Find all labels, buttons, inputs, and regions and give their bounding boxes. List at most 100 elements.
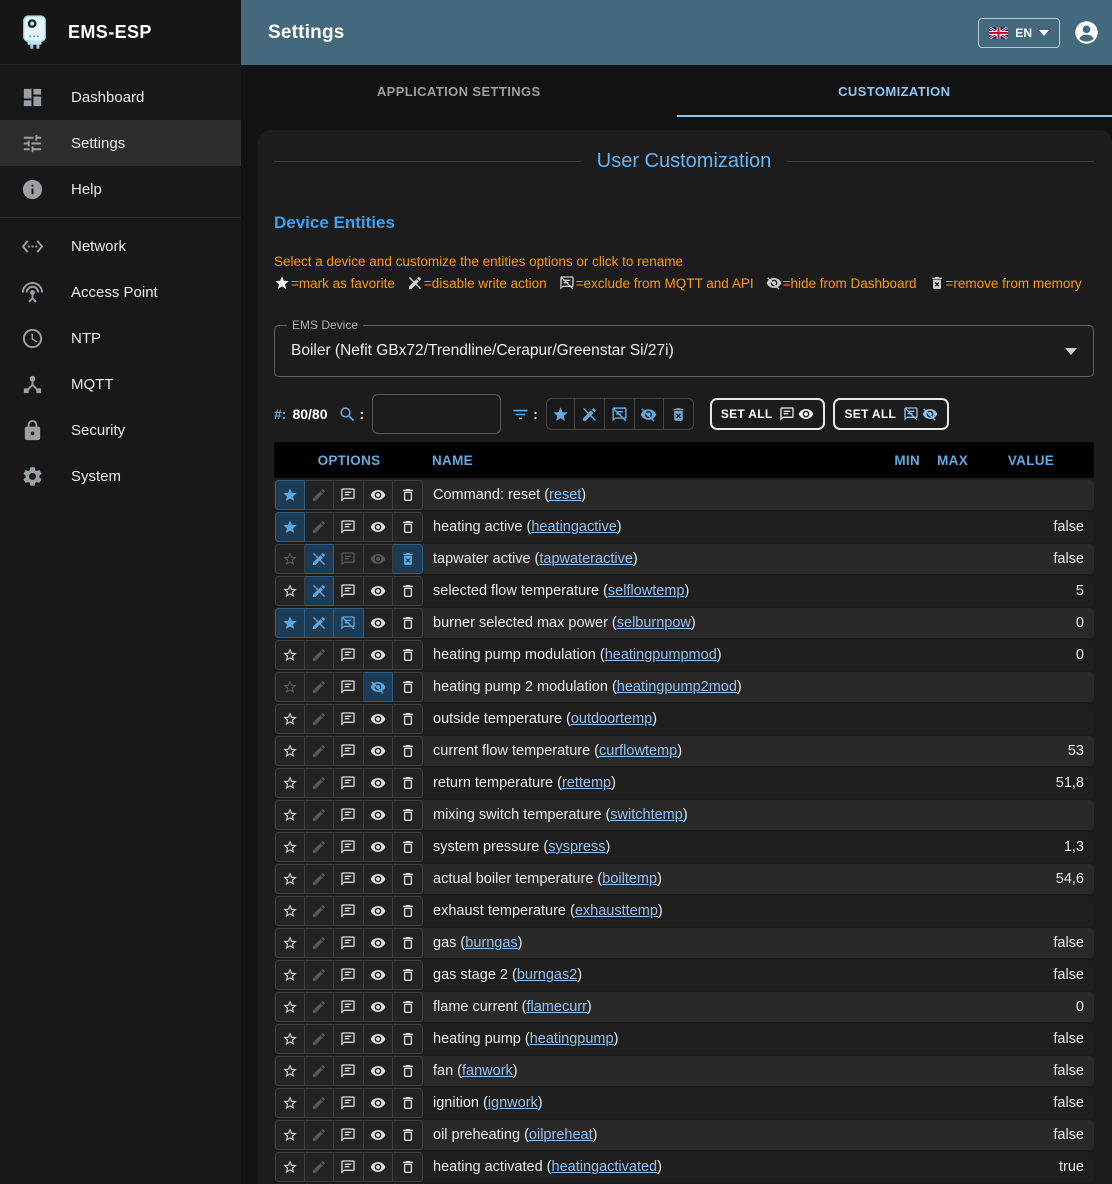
- account-icon[interactable]: [1073, 19, 1100, 46]
- mqtt-toggle[interactable]: [334, 576, 364, 606]
- entity-link[interactable]: fanwork: [462, 1063, 513, 1079]
- visibility-toggle[interactable]: [364, 960, 394, 990]
- visibility-toggle[interactable]: [364, 768, 394, 798]
- entity-link[interactable]: oilpreheat: [529, 1127, 593, 1143]
- write-toggle[interactable]: [305, 1088, 335, 1118]
- favorite-toggle[interactable]: [275, 704, 305, 734]
- delete-toggle[interactable]: [393, 480, 423, 510]
- entity-link[interactable]: heatingpumpmod: [605, 647, 717, 663]
- delete-toggle[interactable]: [393, 832, 423, 862]
- mqtt-toggle[interactable]: [334, 1088, 364, 1118]
- filter-toggle-pencil-off[interactable]: [575, 398, 605, 430]
- favorite-toggle[interactable]: [275, 1024, 305, 1054]
- write-toggle[interactable]: [305, 800, 335, 830]
- delete-toggle[interactable]: [393, 960, 423, 990]
- write-toggle[interactable]: [305, 832, 335, 862]
- filter-toggle-comment-off[interactable]: [605, 398, 635, 430]
- delete-toggle[interactable]: [393, 864, 423, 894]
- write-toggle[interactable]: [305, 1152, 335, 1182]
- favorite-toggle[interactable]: [275, 1120, 305, 1150]
- visibility-toggle[interactable]: [364, 704, 394, 734]
- tab-application-settings[interactable]: APPLICATION SETTINGS: [241, 65, 677, 117]
- write-toggle[interactable]: [305, 896, 335, 926]
- delete-toggle[interactable]: [393, 800, 423, 830]
- entity-link[interactable]: heatingpump2mod: [617, 679, 737, 695]
- mqtt-toggle[interactable]: [334, 1024, 364, 1054]
- favorite-toggle[interactable]: [275, 768, 305, 798]
- filter-toggle-trash-x[interactable]: [664, 398, 694, 430]
- write-toggle[interactable]: [305, 992, 335, 1022]
- mqtt-toggle[interactable]: [334, 672, 364, 702]
- write-toggle[interactable]: [305, 640, 335, 670]
- visibility-toggle[interactable]: [364, 1088, 394, 1118]
- ems-device-select[interactable]: EMS Device Boiler (Nefit GBx72/Trendline…: [274, 325, 1094, 377]
- filter-toggle-eye-off[interactable]: [635, 398, 665, 430]
- write-toggle[interactable]: [305, 704, 335, 734]
- write-toggle[interactable]: [305, 672, 335, 702]
- mqtt-toggle[interactable]: [334, 512, 364, 542]
- favorite-toggle[interactable]: [275, 992, 305, 1022]
- delete-toggle[interactable]: [393, 608, 423, 638]
- write-toggle[interactable]: [305, 480, 335, 510]
- favorite-toggle[interactable]: [275, 864, 305, 894]
- write-toggle[interactable]: [305, 608, 335, 638]
- write-toggle[interactable]: [305, 576, 335, 606]
- mqtt-toggle[interactable]: [334, 640, 364, 670]
- mqtt-toggle[interactable]: [334, 736, 364, 766]
- delete-toggle[interactable]: [393, 1152, 423, 1182]
- mqtt-toggle[interactable]: [334, 960, 364, 990]
- entity-link[interactable]: ignwork: [488, 1095, 538, 1111]
- entity-link[interactable]: heatingactivated: [552, 1159, 658, 1175]
- favorite-toggle[interactable]: [275, 832, 305, 862]
- sidebar-item-ntp[interactable]: NTP: [0, 315, 241, 361]
- sidebar-item-mqtt[interactable]: MQTT: [0, 361, 241, 407]
- entity-link[interactable]: flamecurr: [526, 999, 586, 1015]
- mqtt-toggle[interactable]: [334, 928, 364, 958]
- delete-toggle[interactable]: [393, 512, 423, 542]
- write-toggle[interactable]: [305, 1024, 335, 1054]
- sidebar-item-access-point[interactable]: Access Point: [0, 269, 241, 315]
- write-toggle[interactable]: [305, 864, 335, 894]
- filter-toggle-star-filled[interactable]: [546, 398, 576, 430]
- mqtt-toggle[interactable]: [334, 768, 364, 798]
- favorite-toggle[interactable]: [275, 800, 305, 830]
- delete-toggle[interactable]: [393, 736, 423, 766]
- favorite-toggle[interactable]: [275, 672, 305, 702]
- visibility-toggle[interactable]: [364, 544, 394, 574]
- sidebar-item-dashboard[interactable]: Dashboard: [0, 74, 241, 120]
- visibility-toggle[interactable]: [364, 576, 394, 606]
- visibility-toggle[interactable]: [364, 928, 394, 958]
- write-toggle[interactable]: [305, 736, 335, 766]
- entity-link[interactable]: exhausttemp: [575, 903, 658, 919]
- entity-link[interactable]: selflowtemp: [608, 583, 685, 599]
- visibility-toggle[interactable]: [364, 640, 394, 670]
- mqtt-toggle[interactable]: [334, 608, 364, 638]
- sidebar-item-security[interactable]: Security: [0, 407, 241, 453]
- sidebar-item-system[interactable]: System: [0, 453, 241, 499]
- delete-toggle[interactable]: [393, 1088, 423, 1118]
- language-selector[interactable]: EN: [978, 18, 1060, 48]
- set-all-button-2[interactable]: SET ALL: [833, 398, 949, 430]
- favorite-toggle[interactable]: [275, 576, 305, 606]
- visibility-toggle[interactable]: [364, 1024, 394, 1054]
- entity-link[interactable]: selburnpow: [617, 615, 691, 631]
- visibility-toggle[interactable]: [364, 864, 394, 894]
- favorite-toggle[interactable]: [275, 896, 305, 926]
- delete-toggle[interactable]: [393, 928, 423, 958]
- delete-toggle[interactable]: [393, 704, 423, 734]
- entity-link[interactable]: heatingpump: [530, 1031, 614, 1047]
- visibility-toggle[interactable]: [364, 896, 394, 926]
- favorite-toggle[interactable]: [275, 1088, 305, 1118]
- write-toggle[interactable]: [305, 544, 335, 574]
- mqtt-toggle[interactable]: [334, 704, 364, 734]
- entity-link[interactable]: burngas2: [517, 967, 577, 983]
- entity-link[interactable]: reset: [549, 487, 581, 503]
- favorite-toggle[interactable]: [275, 608, 305, 638]
- delete-toggle[interactable]: [393, 992, 423, 1022]
- sidebar-item-network[interactable]: Network: [0, 223, 241, 269]
- entity-link[interactable]: switchtemp: [610, 807, 683, 823]
- visibility-toggle[interactable]: [364, 992, 394, 1022]
- mqtt-toggle[interactable]: [334, 544, 364, 574]
- write-toggle[interactable]: [305, 928, 335, 958]
- delete-toggle[interactable]: [393, 544, 423, 574]
